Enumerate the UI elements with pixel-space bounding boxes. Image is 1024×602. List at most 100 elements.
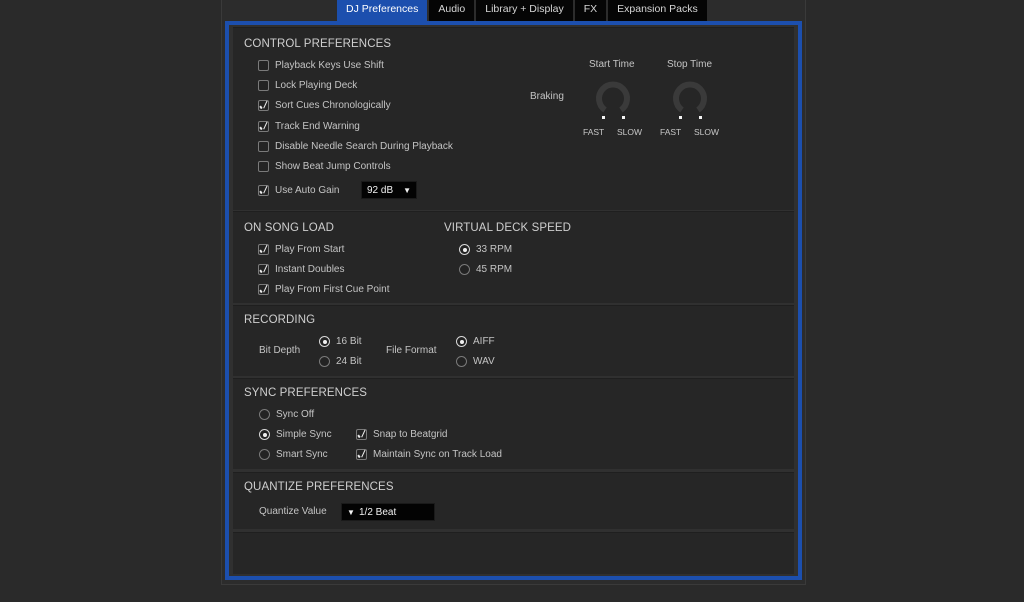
option-label: Play From Start	[275, 244, 345, 255]
start-time-knob[interactable]	[593, 78, 633, 118]
checkbox-play-from-start[interactable]: Play From Start	[258, 244, 344, 255]
option-label: AIFF	[473, 336, 495, 347]
quantize-value: 1/2 Beat	[359, 507, 397, 518]
checkbox[interactable]	[258, 80, 269, 91]
start-time-fast-marker	[602, 116, 605, 119]
option-label: Playback Keys Use Shift	[275, 60, 384, 71]
option-label: Instant Doubles	[275, 264, 345, 275]
checkbox[interactable]	[258, 100, 269, 111]
checkbox-use-auto-gain[interactable]: Use Auto Gain	[258, 185, 339, 196]
radio-button[interactable]	[459, 264, 470, 275]
option-label: Sort Cues Chronologically	[275, 100, 391, 111]
start-time-label: Start Time	[589, 59, 635, 70]
virtual-deck-speed-title: VIRTUAL DECK SPEED	[444, 222, 572, 234]
radio-button[interactable]	[319, 336, 330, 347]
stop-time-fast-marker	[679, 116, 682, 119]
option-label: 33 RPM	[476, 244, 513, 255]
option-label: 24 Bit	[336, 356, 362, 367]
checkbox[interactable]	[258, 284, 269, 295]
sync-preferences-section: SYNC PREFERENCES Sync Off Simple Sync Sm…	[233, 378, 794, 469]
start-time-slow-label: SLOW	[617, 127, 643, 137]
stop-time-slow-marker	[699, 116, 702, 119]
checkbox-maintain-sync-on-track-load[interactable]: Maintain Sync on Track Load	[356, 449, 502, 460]
option-label: Smart Sync	[276, 449, 328, 460]
option-label: 45 RPM	[476, 264, 513, 275]
checkbox[interactable]	[356, 429, 367, 440]
section-title: RECORDING	[244, 314, 316, 326]
option-label: 16 Bit	[336, 336, 362, 347]
option-label: WAV	[473, 356, 495, 367]
tab-fx[interactable]: FX	[574, 0, 607, 21]
checkbox[interactable]	[258, 264, 269, 275]
section-title: QUANTIZE PREFERENCES	[244, 481, 394, 493]
option-label: Disable Needle Search During Playback	[275, 141, 453, 152]
chevron-down-icon: ▼	[403, 186, 411, 195]
checkbox[interactable]	[258, 141, 269, 152]
checkbox-playback-keys-use-shift[interactable]: Playback Keys Use Shift	[258, 60, 384, 71]
bit-depth-label: Bit Depth	[259, 345, 301, 356]
checkbox[interactable]	[258, 244, 269, 255]
auto-gain-dropdown[interactable]: 92 dB ▼	[361, 181, 417, 199]
checkbox-sort-cues-chronologically[interactable]: Sort Cues Chronologically	[258, 100, 391, 111]
file-format-label: File Format	[386, 345, 437, 356]
control-preferences-section: CONTROL PREFERENCES Playback Keys Use Sh…	[233, 27, 794, 210]
radio-simple-sync[interactable]: Simple Sync	[259, 429, 332, 440]
checkbox-track-end-warning[interactable]: Track End Warning	[258, 121, 360, 132]
checkbox[interactable]	[258, 60, 269, 71]
auto-gain-value: 92 dB	[367, 185, 394, 196]
radio-button[interactable]	[456, 356, 467, 367]
radio-33-rpm[interactable]: 33 RPM	[459, 244, 512, 255]
checkbox-lock-playing-deck[interactable]: Lock Playing Deck	[258, 80, 357, 91]
tab-expansion-packs[interactable]: Expansion Packs	[608, 0, 707, 21]
section-title: ON SONG LOAD	[244, 222, 335, 234]
checkbox[interactable]	[356, 449, 367, 460]
quantize-preferences-section: QUANTIZE PREFERENCES Quantize Value ▼ 1/…	[233, 472, 794, 529]
start-time-slow-marker	[622, 116, 625, 119]
radio-button[interactable]	[259, 429, 270, 440]
option-label: Maintain Sync on Track Load	[373, 449, 502, 460]
checkbox-show-beat-jump-controls[interactable]: Show Beat Jump Controls	[258, 161, 391, 172]
section-title: CONTROL PREFERENCES	[244, 38, 392, 50]
option-label: Snap to Beatgrid	[373, 429, 448, 440]
tab-audio[interactable]: Audio	[429, 0, 475, 21]
stop-time-slow-label: SLOW	[694, 127, 720, 137]
radio-sync-off[interactable]: Sync Off	[259, 409, 314, 420]
quantize-value-dropdown[interactable]: ▼ 1/2 Beat	[341, 503, 435, 521]
checkbox[interactable]	[258, 161, 269, 172]
chevron-down-icon: ▼	[347, 508, 355, 517]
radio-button[interactable]	[319, 356, 330, 367]
checkbox-disable-needle-search[interactable]: Disable Needle Search During Playback	[258, 141, 453, 152]
dj-preferences-panel: CONTROL PREFERENCES Playback Keys Use Sh…	[225, 21, 802, 580]
checkbox[interactable]	[258, 121, 269, 132]
radio-button[interactable]	[459, 244, 470, 255]
radio-aiff[interactable]: AIFF	[456, 336, 495, 347]
tab-library-display[interactable]: Library + Display	[476, 0, 573, 21]
radio-button[interactable]	[259, 449, 270, 460]
radio-45-rpm[interactable]: 45 RPM	[459, 264, 512, 275]
checkbox-play-from-first-cue-point[interactable]: Play From First Cue Point	[258, 284, 389, 295]
option-label: Sync Off	[276, 409, 315, 420]
option-label: Show Beat Jump Controls	[275, 161, 391, 172]
section-title: SYNC PREFERENCES	[244, 387, 368, 399]
radio-24-bit[interactable]: 24 Bit	[319, 356, 362, 367]
option-label: Play From First Cue Point	[275, 284, 390, 295]
quantize-value-label: Quantize Value	[259, 506, 327, 517]
radio-16-bit[interactable]: 16 Bit	[319, 336, 362, 347]
tab-dj-preferences[interactable]: DJ Preferences	[337, 0, 428, 21]
radio-button[interactable]	[259, 409, 270, 420]
stop-time-knob[interactable]	[670, 78, 710, 118]
start-time-fast-label: FAST	[583, 127, 605, 137]
stop-time-label: Stop Time	[667, 59, 713, 70]
option-label: Lock Playing Deck	[275, 80, 358, 91]
on-song-load-section: ON SONG LOAD Play From Start Instant Dou…	[233, 211, 794, 303]
braking-label: Braking	[530, 91, 564, 102]
checkbox-instant-doubles[interactable]: Instant Doubles	[258, 264, 345, 275]
checkbox-snap-to-beatgrid[interactable]: Snap to Beatgrid	[356, 429, 448, 440]
radio-smart-sync[interactable]: Smart Sync	[259, 449, 328, 460]
radio-button[interactable]	[456, 336, 467, 347]
checkbox[interactable]	[258, 185, 269, 196]
option-label: Track End Warning	[275, 121, 360, 132]
stop-time-fast-label: FAST	[660, 127, 682, 137]
preferences-tabs: DJ Preferences Audio Library + Display F…	[337, 0, 709, 21]
radio-wav[interactable]: WAV	[456, 356, 495, 367]
